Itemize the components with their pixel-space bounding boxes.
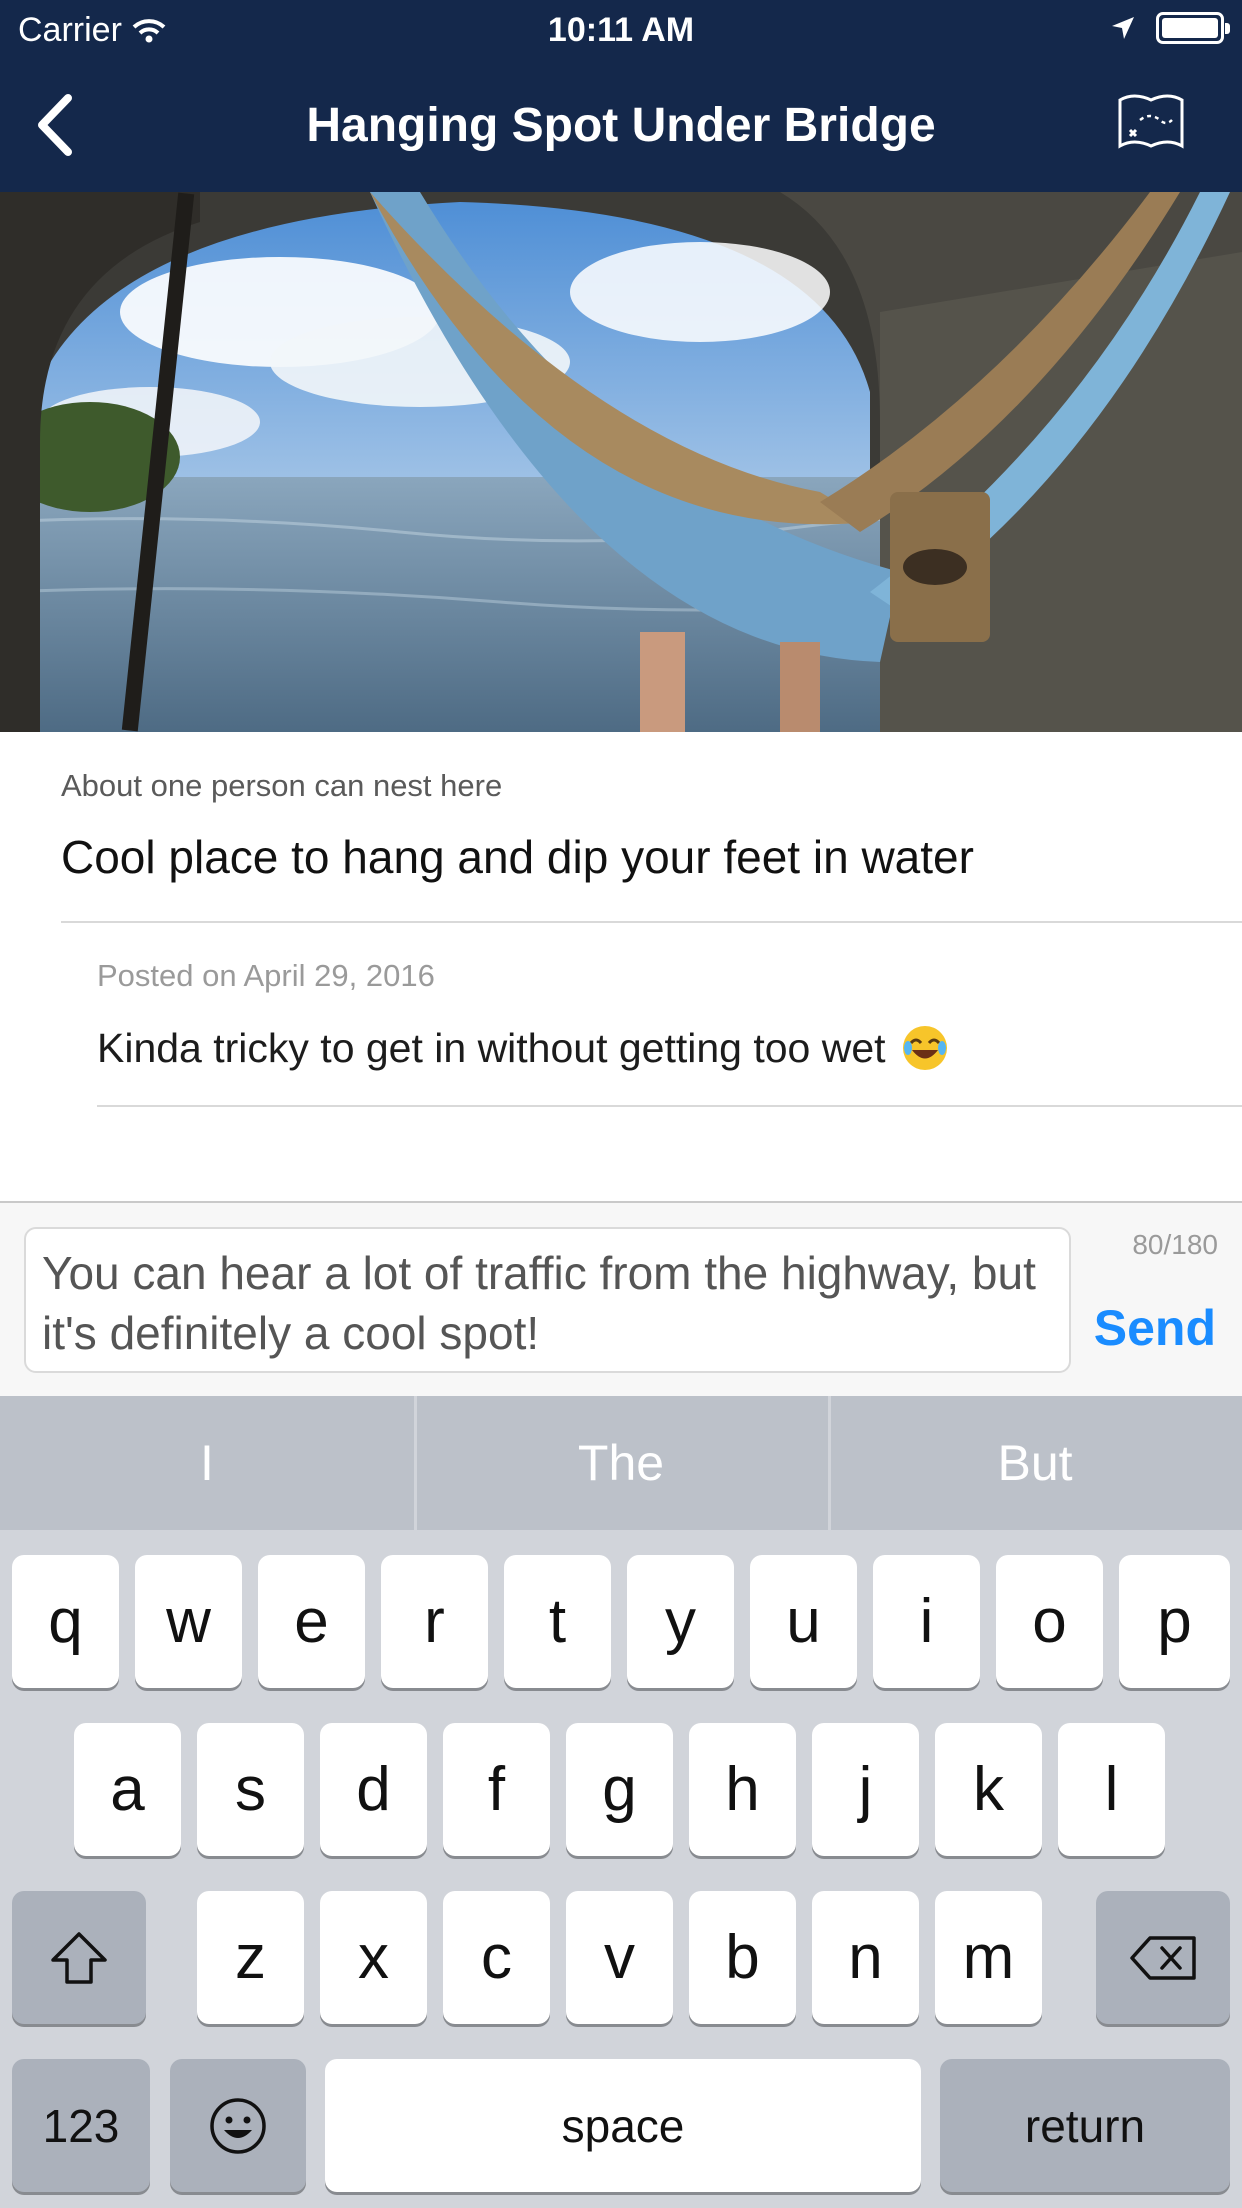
key[interactable]: k — [935, 1723, 1042, 1856]
key[interactable]: s — [197, 1723, 304, 1856]
key[interactable]: t — [504, 1555, 611, 1688]
key[interactable]: h — [689, 1723, 796, 1856]
key[interactable]: r — [381, 1555, 488, 1688]
suggestion[interactable]: But — [828, 1396, 1242, 1530]
status-bar: Carrier 10:11 AM — [0, 0, 1242, 62]
comment-composer: You can hear a lot of traffic from the h… — [0, 1201, 1242, 1396]
key[interactable]: m — [935, 1891, 1042, 2024]
key[interactable]: c — [443, 1891, 550, 2024]
shift-icon — [51, 1931, 107, 1984]
laughing-emoji-icon — [902, 1026, 947, 1070]
emoji-icon — [210, 2097, 266, 2154]
send-button[interactable]: Send — [1094, 1299, 1216, 1357]
spot-capacity: About one person can nest here — [61, 768, 503, 803]
emoji-key[interactable] — [170, 2059, 306, 2192]
key[interactable]: a — [74, 1723, 181, 1856]
key[interactable]: j — [812, 1723, 919, 1856]
key[interactable]: v — [566, 1891, 673, 2024]
key[interactable]: x — [320, 1891, 427, 2024]
page-title: Hanging Spot Under Bridge — [306, 99, 936, 152]
divider — [61, 921, 1242, 923]
return-key[interactable]: return — [940, 2059, 1230, 2192]
key[interactable]: y — [627, 1555, 734, 1688]
suggestion[interactable]: The — [414, 1396, 828, 1530]
comment-text: Kinda tricky to get in without getting t… — [97, 1024, 886, 1071]
spot-photo — [0, 192, 1242, 732]
spot-description: Cool place to hang and dip your feet in … — [61, 831, 974, 883]
character-counter: 80/180 — [1132, 1229, 1218, 1260]
key[interactable]: l — [1058, 1723, 1165, 1856]
predictive-bar: I The But — [0, 1396, 1242, 1530]
key[interactable]: e — [258, 1555, 365, 1688]
key[interactable]: z — [197, 1891, 304, 2024]
key[interactable]: n — [812, 1891, 919, 2024]
battery-icon — [1156, 12, 1230, 44]
divider — [97, 1105, 1242, 1107]
keyboard: I The But q w e r t y u i o p a s d f g … — [0, 1396, 1242, 2208]
key[interactable]: f — [443, 1723, 550, 1856]
status-time: 10:11 AM — [547, 11, 695, 49]
status-right — [1110, 12, 1230, 44]
comment-date: Posted on April 29, 2016 — [97, 958, 435, 993]
suggestion[interactable]: I — [0, 1396, 414, 1530]
backspace-icon — [1130, 1935, 1196, 1980]
navigation-bar: Hanging Spot Under Bridge — [0, 62, 1242, 192]
key[interactable]: q — [12, 1555, 119, 1688]
top-bar: Carrier 10:11 AM Hanging Spot Under Brid… — [0, 0, 1242, 192]
shift-key[interactable] — [12, 1891, 146, 2024]
key[interactable]: w — [135, 1555, 242, 1688]
numbers-key[interactable]: 123 — [12, 2059, 150, 2192]
key[interactable]: d — [320, 1723, 427, 1856]
key[interactable]: i — [873, 1555, 980, 1688]
space-key[interactable]: space — [325, 2059, 921, 2192]
comment: Kinda tricky to get in without getting t… — [97, 1023, 950, 1073]
backspace-key[interactable] — [1096, 1891, 1230, 2024]
key[interactable]: g — [566, 1723, 673, 1856]
map-icon[interactable] — [1116, 90, 1186, 154]
key[interactable]: b — [689, 1891, 796, 2024]
key[interactable]: u — [750, 1555, 857, 1688]
key[interactable]: p — [1119, 1555, 1230, 1688]
location-arrow-icon — [1112, 17, 1134, 39]
comment-input[interactable]: You can hear a lot of traffic from the h… — [24, 1227, 1071, 1373]
key[interactable]: o — [996, 1555, 1103, 1688]
